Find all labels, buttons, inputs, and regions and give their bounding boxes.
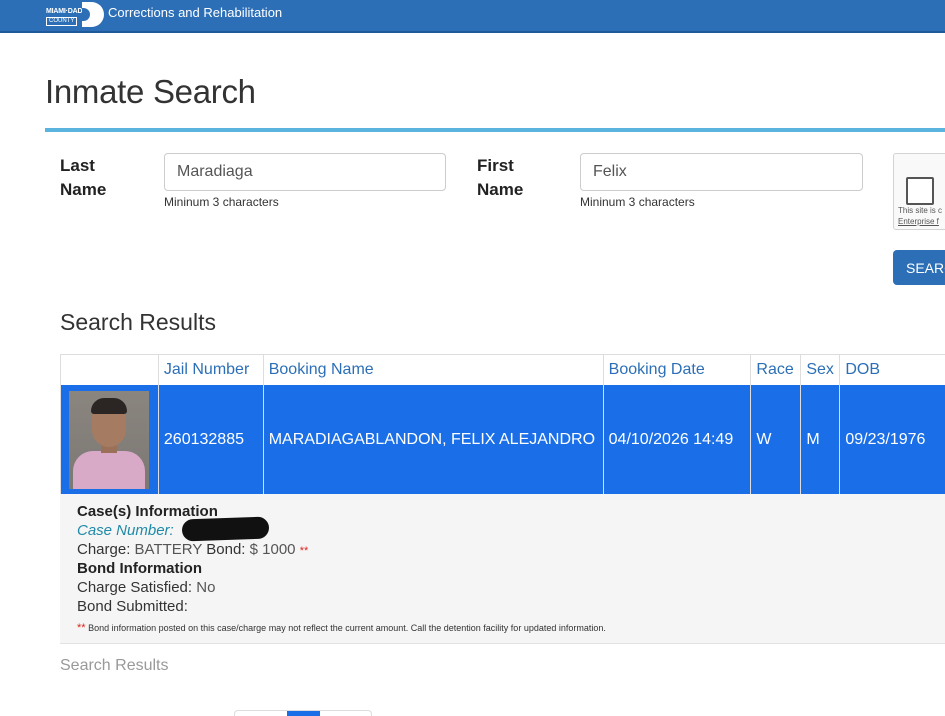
footnote-asterisk: ** xyxy=(77,622,86,634)
column-header-photo xyxy=(60,354,159,385)
title-divider xyxy=(45,128,945,132)
column-header-booking-name[interactable]: Booking Name xyxy=(262,354,604,385)
first-name-hint: Mininum 3 characters xyxy=(580,195,695,209)
recaptcha-checkbox[interactable] xyxy=(906,177,934,205)
cases-heading: Case(s) Information xyxy=(77,503,218,520)
charge-satisfied-value: No xyxy=(196,579,216,596)
results-summary: Search Results xyxy=(60,657,169,674)
department-name[interactable]: Corrections and Rehabilitation xyxy=(108,5,282,20)
logo-d-mark-icon xyxy=(82,2,104,27)
charge-line: Charge: BATTERY Bond: $ 1000 ** xyxy=(77,541,308,558)
footnote-text: Bond information posted on this case/cha… xyxy=(88,623,606,633)
recaptcha-widget: This site is c Enterprise f xyxy=(893,153,945,230)
case-details-panel: Case(s) Information Case Number: Charge:… xyxy=(60,494,945,644)
table-row[interactable]: 260132885 MARADIAGABLANDON, FELIX ALEJAN… xyxy=(60,384,945,495)
last-name-label: Last Name xyxy=(60,156,107,199)
results-table: Jail Number Booking Name Booking Date Ra… xyxy=(60,354,945,495)
dob-cell: 09/23/1976 xyxy=(839,384,945,495)
search-button[interactable]: SEARC xyxy=(893,250,945,285)
logo-line-1: MIAMI·DADE xyxy=(46,8,87,15)
booking-name-cell: MARADIAGABLANDON, FELIX ALEJANDRO xyxy=(262,384,604,495)
last-name-input[interactable] xyxy=(164,153,446,191)
page-title: Inmate Search xyxy=(45,73,256,110)
charge-satisfied-line: Charge Satisfied: No xyxy=(77,579,215,596)
bond-footnote: ** Bond information posted on this case/… xyxy=(77,622,606,634)
inmate-photo xyxy=(69,390,149,489)
booking-date-cell: 04/10/2026 14:49 xyxy=(602,384,751,495)
column-header-dob[interactable]: DOB xyxy=(839,354,945,385)
bond-submitted-label: Bond Submitted: xyxy=(77,598,188,615)
jail-number-cell: 260132885 xyxy=(157,384,264,495)
column-header-jail-number[interactable]: Jail Number xyxy=(157,354,264,385)
pagination-active-page[interactable] xyxy=(287,711,320,716)
recaptcha-enterprise-link[interactable]: Enterprise f xyxy=(898,216,939,227)
top-navigation-bar: MIAMI·DADE COUNTY Corrections and Rehabi… xyxy=(0,0,945,33)
first-name-input[interactable] xyxy=(580,153,863,191)
first-name-label: First Name xyxy=(477,156,524,199)
charge-satisfied-label: Charge Satisfied: xyxy=(77,579,193,596)
sex-cell: M xyxy=(800,384,840,495)
logo-line-2: COUNTY xyxy=(46,17,78,26)
bond-submitted-line: Bond Submitted: xyxy=(77,598,188,615)
recaptcha-note: This site is c xyxy=(898,206,943,215)
charge-label: Charge: xyxy=(77,541,131,558)
logo-wordmark: MIAMI·DADE COUNTY xyxy=(44,2,87,27)
table-header-row: Jail Number Booking Name Booking Date Ra… xyxy=(60,354,945,385)
case-number-line: Case Number: xyxy=(77,522,174,539)
search-results-title: Search Results xyxy=(60,309,216,335)
photo-cell xyxy=(60,384,159,495)
last-name-hint: Mininum 3 characters xyxy=(164,195,279,209)
bond-asterisk: ** xyxy=(299,545,309,557)
column-header-booking-date[interactable]: Booking Date xyxy=(602,354,752,385)
column-header-race[interactable]: Race xyxy=(750,354,802,385)
pagination[interactable] xyxy=(234,710,372,716)
charge-value: BATTERY xyxy=(134,541,203,558)
bond-value: $ 1000 xyxy=(249,541,296,558)
bond-label: Bond: xyxy=(206,541,246,558)
miami-dade-county-logo[interactable]: MIAMI·DADE COUNTY xyxy=(44,2,104,27)
column-header-sex[interactable]: Sex xyxy=(800,354,841,385)
case-number-redaction xyxy=(181,516,270,542)
case-number-label: Case Number: xyxy=(77,522,174,539)
bond-heading: Bond Information xyxy=(77,560,202,577)
race-cell: W xyxy=(750,384,801,495)
